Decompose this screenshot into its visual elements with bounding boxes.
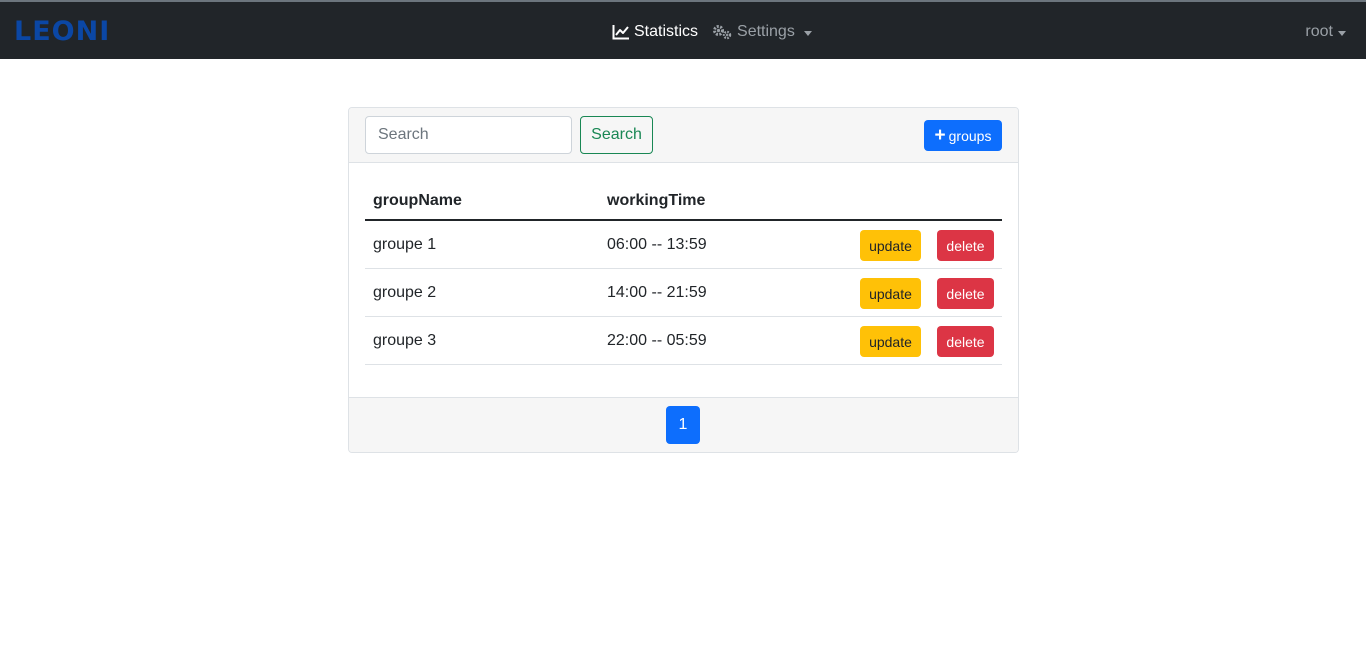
- delete-button[interactable]: delete: [937, 278, 994, 309]
- nav-statistics[interactable]: Statistics: [612, 20, 698, 44]
- chevron-down-icon: [1338, 30, 1346, 36]
- search-button[interactable]: Search: [580, 116, 653, 154]
- update-button[interactable]: update: [860, 230, 921, 261]
- search-input[interactable]: [365, 116, 572, 154]
- brand-logo[interactable]: LEONI: [14, 16, 110, 48]
- table-header: groupName workingTime: [365, 183, 1002, 221]
- update-button[interactable]: update: [860, 278, 921, 309]
- delete-button[interactable]: delete: [937, 230, 994, 261]
- line-chart-icon: [612, 25, 629, 40]
- groups-table: groupName workingTime groupe 1 06:00 -- …: [365, 183, 1002, 365]
- group-name-cell: groupe 3: [373, 332, 437, 349]
- delete-button[interactable]: delete: [937, 326, 994, 357]
- column-header-workingtime: workingTime: [607, 192, 706, 209]
- working-time-cell: 06:00 -- 13:59: [607, 236, 707, 253]
- add-group-button[interactable]: + groups: [924, 120, 1002, 151]
- navbar: LEONI Statistics Settings root: [0, 2, 1366, 59]
- working-time-cell: 22:00 -- 05:59: [607, 332, 707, 349]
- group-name-cell: groupe 1: [373, 236, 437, 253]
- nav-links: Statistics Settings: [612, 20, 812, 44]
- card-header: Search + groups: [349, 108, 1018, 163]
- plus-icon: +: [934, 124, 946, 146]
- page-button-current[interactable]: 1: [666, 406, 700, 444]
- nav-settings-dropdown[interactable]: Settings: [712, 20, 812, 44]
- nav-statistics-label: Statistics: [634, 23, 699, 40]
- user-name: root: [1305, 23, 1333, 40]
- nav-settings-label: Settings: [737, 23, 795, 40]
- add-group-label: groups: [948, 127, 992, 144]
- cogs-icon: [713, 25, 732, 40]
- user-menu[interactable]: root: [1305, 20, 1346, 44]
- table-row: groupe 3 22:00 -- 05:59 update delete: [365, 317, 1002, 365]
- working-time-cell: 14:00 -- 21:59: [607, 284, 707, 301]
- table-row: groupe 1 06:00 -- 13:59 update delete: [365, 221, 1002, 269]
- chevron-down-icon: [803, 30, 812, 36]
- column-header-groupname: groupName: [373, 192, 462, 209]
- groups-card: Search + groups groupName workingTime gr…: [348, 107, 1019, 453]
- update-button[interactable]: update: [860, 326, 921, 357]
- group-name-cell: groupe 2: [373, 284, 437, 301]
- table-row: groupe 2 14:00 -- 21:59 update delete: [365, 269, 1002, 317]
- pagination: 1: [349, 397, 1018, 452]
